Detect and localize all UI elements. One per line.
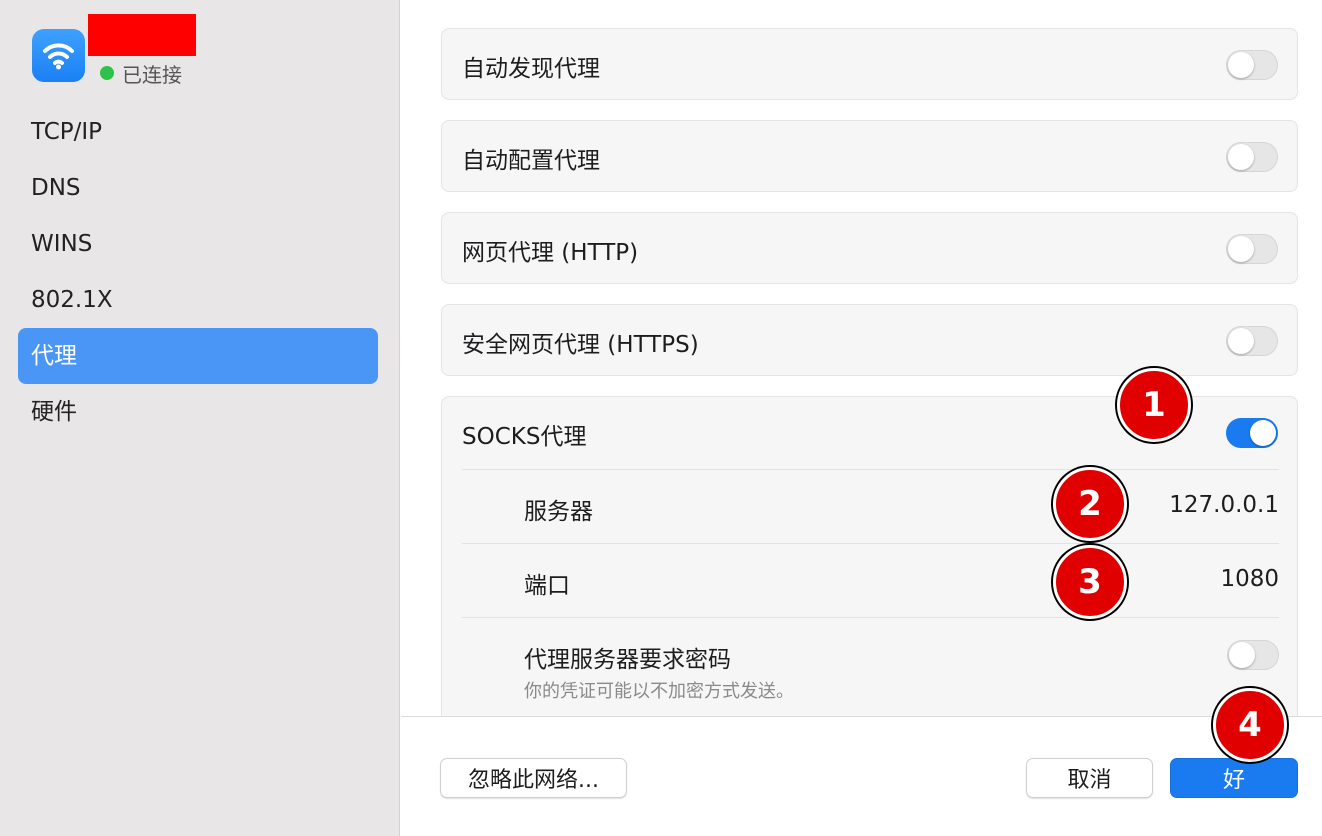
marker-4: 4 (1213, 688, 1287, 762)
redacted-network-name (88, 14, 196, 56)
sidebar-item-dns[interactable]: DNS (18, 160, 378, 216)
dialog-footer: 忽略此网络... 取消 好 (401, 716, 1322, 836)
sidebar-item-wins[interactable]: WINS (18, 216, 378, 272)
row-https-proxy: 安全网页代理 (HTTPS) (441, 304, 1298, 376)
row-auto-config-proxy: 自动配置代理 (441, 120, 1298, 192)
sidebar-item-hardware[interactable]: 硬件 (18, 384, 378, 440)
sidebar-nav: TCP/IP DNS WINS 802.1X 代理 硬件 (18, 104, 378, 440)
https-proxy-label: 安全网页代理 (HTTPS) (462, 332, 699, 358)
auto-discover-proxy-label: 自动发现代理 (462, 56, 600, 82)
http-proxy-label: 网页代理 (HTTP) (462, 240, 639, 266)
socks-password-toggle[interactable] (1227, 640, 1279, 670)
sidebar: 已连接 TCP/IP DNS WINS 802.1X 代理 硬件 (0, 0, 400, 836)
proxy-settings-list: 自动发现代理 自动配置代理 网页代理 (HTTP) 安全网页代理 (HTTPS)… (401, 0, 1322, 716)
socks-password-note: 你的凭证可能以不加密方式发送。 (524, 681, 794, 702)
http-proxy-toggle[interactable] (1226, 234, 1278, 264)
sidebar-item-proxy[interactable]: 代理 (18, 328, 378, 384)
row-http-proxy: 网页代理 (HTTP) (441, 212, 1298, 284)
sidebar-item-tcpip[interactable]: TCP/IP (18, 104, 378, 160)
marker-1: 1 (1117, 368, 1191, 442)
marker-2: 2 (1053, 467, 1127, 541)
cancel-button[interactable]: 取消 (1026, 758, 1153, 798)
marker-3: 3 (1053, 545, 1127, 619)
status-text: 已连接 (122, 62, 182, 87)
row-auto-discover-proxy: 自动发现代理 (441, 28, 1298, 100)
ok-button[interactable]: 好 (1170, 758, 1298, 798)
status-dot-icon (100, 66, 114, 80)
socks-port-field[interactable]: 1080 (1220, 566, 1279, 592)
sidebar-item-8021x[interactable]: 802.1X (18, 272, 378, 328)
https-proxy-toggle[interactable] (1226, 326, 1278, 356)
socks-password-row: 代理服务器要求密码 你的凭证可能以不加密方式发送。 (462, 617, 1279, 716)
socks-port-label: 端口 (524, 573, 570, 599)
socks-proxy-toggle[interactable] (1226, 418, 1278, 448)
ignore-network-button[interactable]: 忽略此网络... (440, 758, 627, 798)
auto-config-proxy-label: 自动配置代理 (462, 148, 600, 174)
socks-server-row: 服务器 127.0.0.1 (462, 469, 1279, 543)
socks-proxy-label: SOCKS代理 (462, 424, 587, 450)
auto-config-proxy-toggle[interactable] (1226, 142, 1278, 172)
row-socks-proxy: SOCKS代理 服务器 127.0.0.1 端口 1080 代理服务器要求密码 … (441, 396, 1298, 716)
socks-password-label: 代理服务器要求密码 (524, 647, 731, 673)
wifi-icon (32, 29, 85, 82)
socks-server-field[interactable]: 127.0.0.1 (1169, 492, 1279, 518)
socks-port-row: 端口 1080 (462, 543, 1279, 617)
connection-status: 已连接 (100, 60, 182, 87)
auto-discover-proxy-toggle[interactable] (1226, 50, 1278, 80)
socks-server-label: 服务器 (524, 499, 593, 525)
